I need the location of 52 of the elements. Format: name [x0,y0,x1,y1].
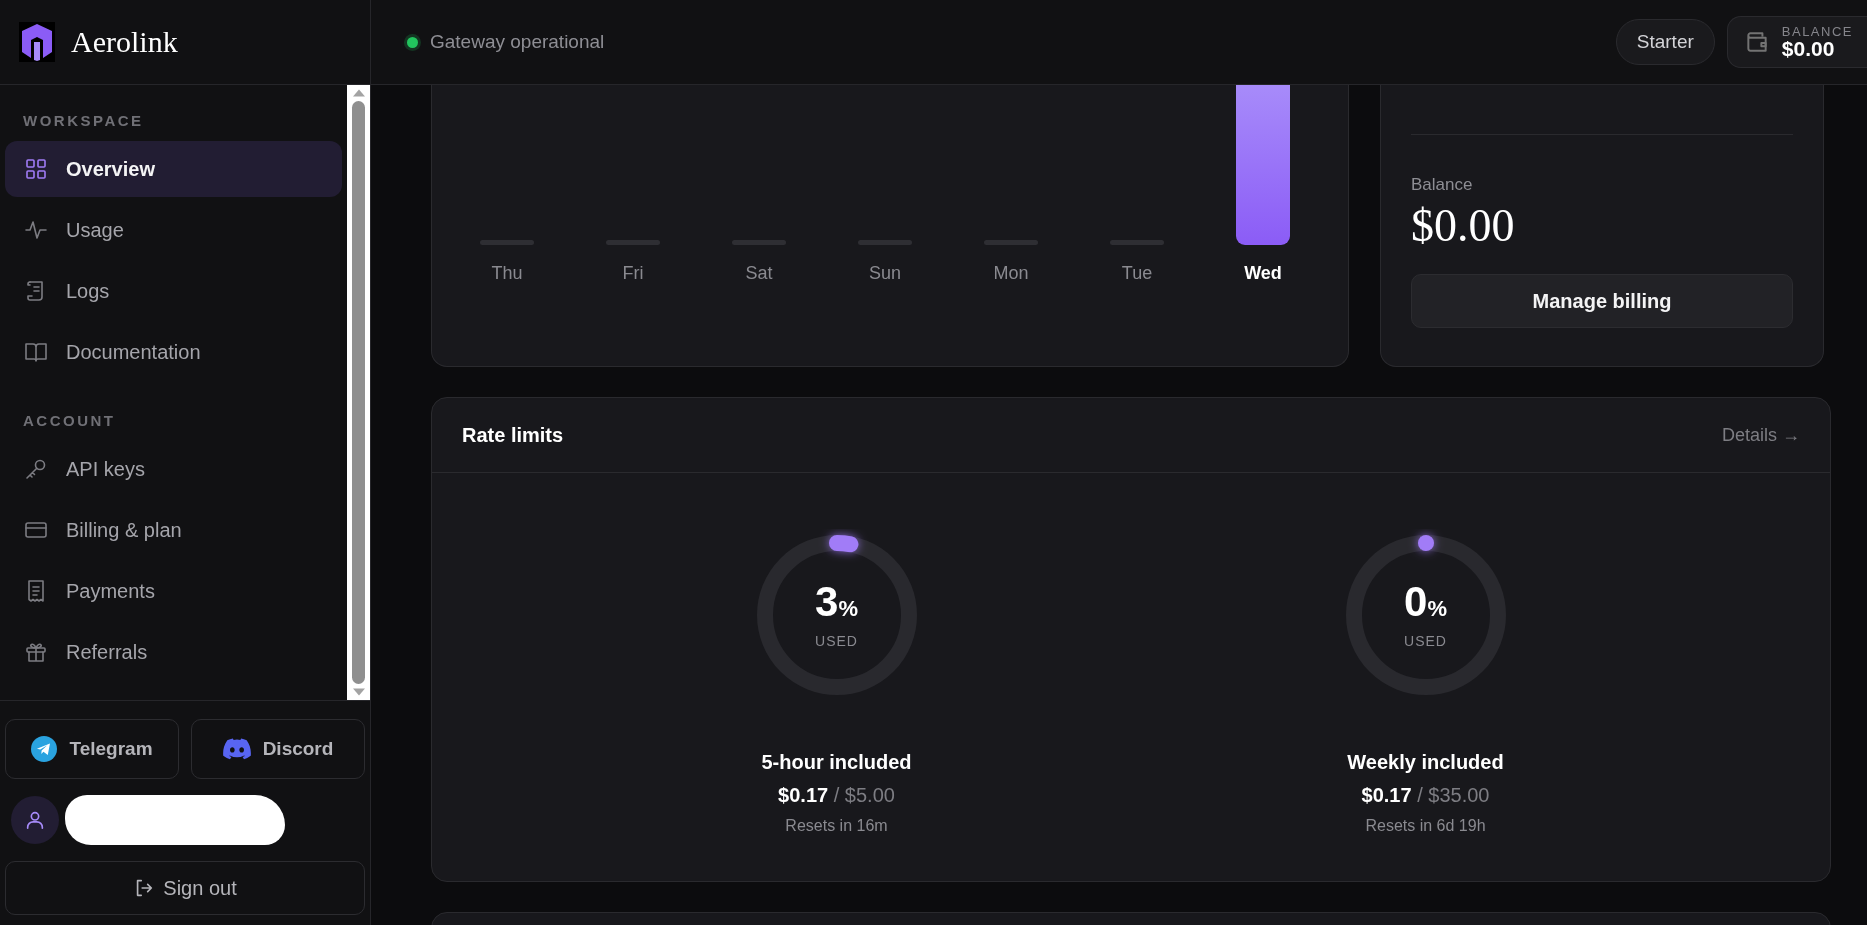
balance-amount: $0.00 [1411,199,1515,252]
limit-amount: $0.17 / $35.00 [1361,784,1490,807]
section-heading: ACCOUNT [22,411,117,431]
details-link[interactable]: Details → [1721,424,1800,446]
scroll-down-icon[interactable] [352,688,365,696]
brand-name: Aerolink [71,25,178,59]
reset-time: Resets in 16m [785,817,888,835]
day-label: Wed [1244,263,1282,284]
balance-button[interactable]: BALANCE $0.00 [1726,16,1867,68]
day-label: Tue [1121,263,1153,284]
community-button[interactable]: Telegram [5,719,179,779]
sign-out-button[interactable]: Sign out [5,861,365,915]
logo-icon [19,22,55,62]
community-button[interactable]: Discord [191,719,365,779]
used-caption: USED [815,633,858,649]
reset-time: Resets in 6d 19h [1365,817,1486,835]
manage-billing-button[interactable]: Manage billing [1411,274,1793,328]
scroll-thumb[interactable] [352,101,365,684]
scrollbar[interactable] [347,85,370,700]
day-label: Sat [745,263,773,284]
section-heading: WORKSPACE [22,111,145,131]
day-label: Fri [622,263,644,284]
day-label: Thu [491,263,523,284]
card-title: Rate limits [462,423,564,447]
book-icon [24,340,48,364]
nav-item[interactable]: Payments [5,563,342,619]
scroll-up-icon[interactable] [352,89,365,97]
plan-pill[interactable]: Starter [1615,19,1715,65]
nav-item[interactable]: API keys [5,441,342,497]
balance-label: Balance [1411,175,1473,195]
nav-item[interactable]: Billing & plan [5,502,342,558]
day-label: Sun [869,263,901,284]
pulse-icon [24,218,48,242]
used-caption: USED [1404,633,1447,649]
gift-icon [24,640,48,664]
nav-item[interactable]: Logs [5,263,342,319]
limit-amount: $0.17 / $5.00 [778,784,895,807]
nav-item[interactable]: Referrals [5,624,342,680]
percent-value: 0% [1404,581,1447,623]
status-text: Gateway operational [430,31,605,53]
person-icon [24,809,46,831]
limit-name: 5-hour included [761,751,912,774]
grid-icon [24,157,48,181]
nav-item[interactable]: Usage [5,202,342,258]
percent-value: 3% [815,581,858,623]
nav-item[interactable]: Documentation [5,324,342,380]
key-icon [24,457,48,481]
paper-plane-icon [31,736,58,762]
game-controller-icon [222,738,251,760]
day-label: Mon [993,263,1029,284]
nav-item[interactable]: Overview [5,141,342,197]
limit-name: Weekly included [1347,751,1504,774]
